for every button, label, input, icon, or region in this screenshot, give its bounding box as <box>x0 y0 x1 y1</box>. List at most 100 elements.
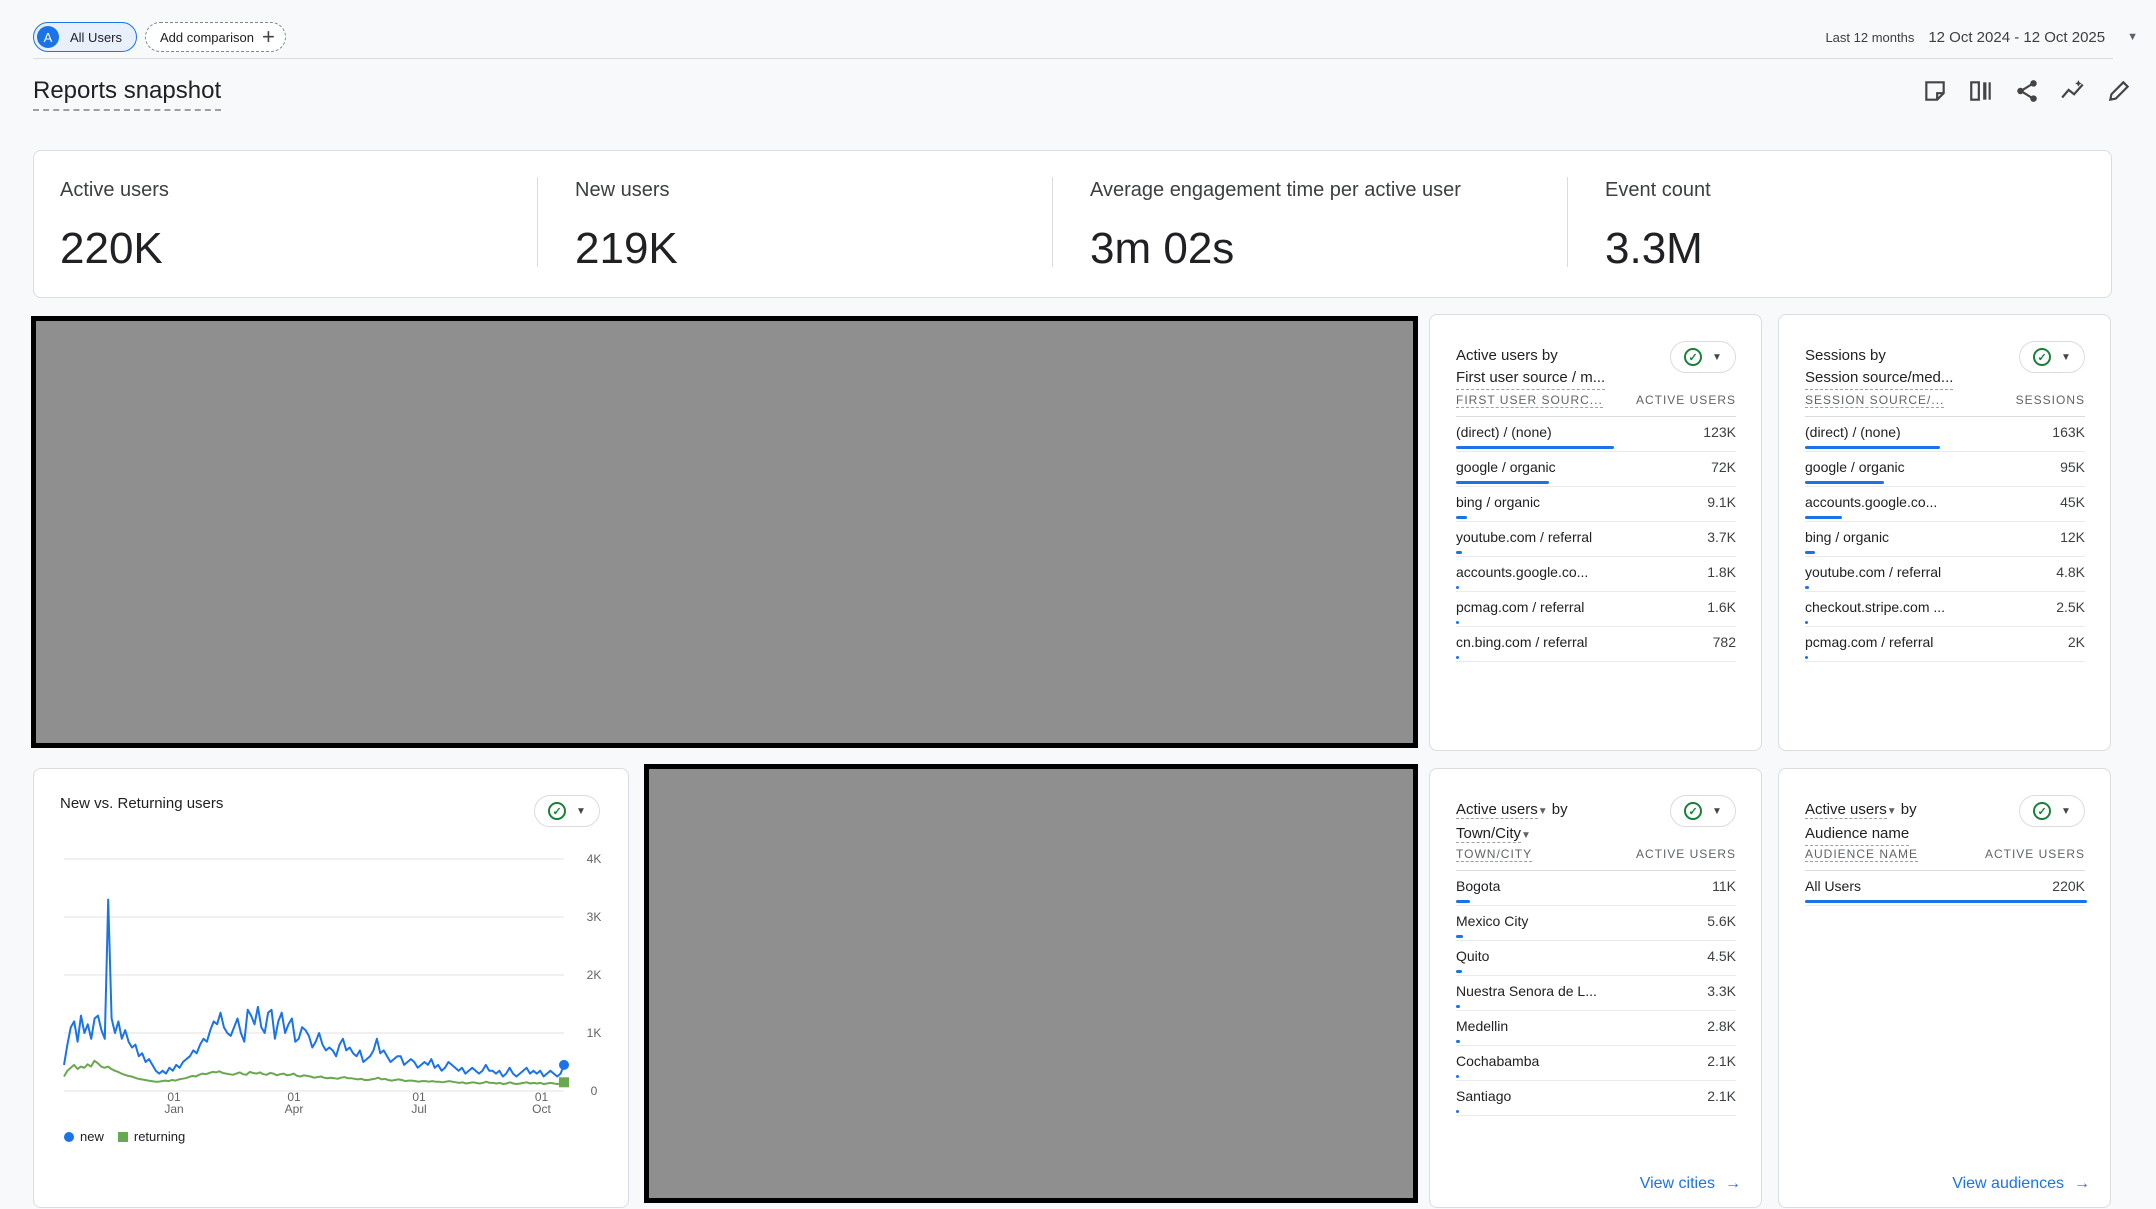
kpi-name: Average engagement time per active user <box>1090 179 1461 201</box>
kpi-new-users[interactable]: New users 219K <box>549 151 1064 299</box>
table-row[interactable]: Cochabamba 2.1K <box>1456 1045 1736 1081</box>
segment-label: All Users <box>70 29 123 45</box>
table-row[interactable]: Mexico City 5.6K <box>1456 905 1736 941</box>
table-row[interactable]: bing / organic 12K <box>1805 521 2085 557</box>
card-title[interactable]: Active users by First user source / m... <box>1456 345 1606 390</box>
redacted-panel <box>644 764 1418 1203</box>
card-title-metric[interactable]: Active users <box>1805 801 1887 819</box>
caret-down-icon: ▼ <box>2061 805 2071 817</box>
row-value: 2K <box>2067 634 2085 650</box>
caret-down-icon: ▼ <box>1712 351 1722 363</box>
card-title-metric[interactable]: Active users <box>1456 801 1538 819</box>
kpi-average-engagement-time[interactable]: Average engagement time per active user … <box>1064 151 1579 299</box>
row-share-bar <box>1805 481 1884 484</box>
column-header: FIRST USER SOURC... <box>1456 393 1603 408</box>
row-share-bar <box>1456 1110 1459 1113</box>
link-label: View audiences <box>1952 1175 2064 1192</box>
edit-note-icon[interactable] <box>1922 78 1948 104</box>
table-row[interactable]: (direct) / (none) 163K <box>1805 416 2085 452</box>
row-value: 2.8K <box>1707 1018 1736 1034</box>
divider <box>1052 177 1053 267</box>
row-share-bar <box>1805 900 2087 903</box>
y-tick-label: 4K <box>587 852 602 866</box>
segment-chip-all-users[interactable]: A All Users <box>33 22 138 52</box>
kpi-name: Active users <box>60 179 169 201</box>
card-title-dimension: Session source/med... <box>1805 367 1954 390</box>
kpi-value: 220K <box>60 224 163 273</box>
table-row[interactable]: youtube.com / referral 3.7K <box>1456 521 1736 557</box>
card-title-by: by <box>1900 801 1917 818</box>
row-share-bar <box>1805 446 1941 449</box>
row-label: accounts.google.co... <box>1805 494 1938 510</box>
card-options-pill[interactable]: ✓ ▼ <box>1670 795 1736 827</box>
row-share-bar <box>1456 935 1464 938</box>
insights-icon[interactable] <box>2060 78 2086 104</box>
table-row[interactable]: accounts.google.co... 45K <box>1805 486 2085 522</box>
date-range-picker[interactable]: Last 12 months 12 Oct 2024 - 12 Oct 2025… <box>1825 22 2138 52</box>
card-title[interactable]: Active users▼ by Audience name <box>1805 799 1917 846</box>
arrow-right-icon: → <box>2074 1175 2090 1192</box>
table-row[interactable]: accounts.google.co... 1.8K <box>1456 556 1736 592</box>
row-share-bar <box>1456 481 1550 484</box>
table-row[interactable]: pcmag.com / referral 1.6K <box>1456 591 1736 627</box>
table-header: SESSION SOURCE/... SESSIONS <box>1805 393 2085 417</box>
table-row[interactable]: pcmag.com / referral 2K <box>1805 626 2085 662</box>
view-audiences-link[interactable]: View audiences → <box>1952 1175 2090 1193</box>
page-title[interactable]: Reports snapshot <box>33 76 222 111</box>
row-value: 45K <box>2060 494 2085 510</box>
kpi-event-count[interactable]: Event count 3.3M <box>1579 151 2094 299</box>
row-value: 3.7K <box>1707 529 1736 545</box>
kpi-name: Event count <box>1605 179 1711 201</box>
table-row[interactable]: (direct) / (none) 123K <box>1456 416 1736 452</box>
table-row[interactable]: google / organic 72K <box>1456 451 1736 487</box>
card-options-pill[interactable]: ✓ ▼ <box>1670 341 1736 373</box>
y-tick-label: 3K <box>587 910 602 924</box>
table-row[interactable]: Bogota 11K <box>1456 870 1736 906</box>
share-icon[interactable] <box>2014 78 2040 104</box>
check-circle-icon: ✓ <box>2033 348 2052 366</box>
row-label: Medellin <box>1456 1018 1509 1034</box>
kpi-active-users[interactable]: Active users 220K <box>34 151 549 299</box>
table-header: TOWN/CITY ACTIVE USERS <box>1456 847 1736 871</box>
view-cities-link[interactable]: View cities → <box>1640 1175 1741 1193</box>
card-title-dimension: First user source / m... <box>1456 367 1606 390</box>
column-header: TOWN/CITY <box>1456 847 1533 862</box>
table-row[interactable]: Quito 4.5K <box>1456 940 1736 976</box>
compare-icon[interactable] <box>1968 78 1994 104</box>
pencil-icon[interactable] <box>2106 78 2132 104</box>
card-title-dimension[interactable]: Town/City <box>1456 825 1522 843</box>
legend-item-new[interactable]: new <box>64 1129 104 1144</box>
card-options-pill[interactable]: ✓ ▼ <box>2019 341 2085 373</box>
table-row[interactable]: google / organic 95K <box>1805 451 2085 487</box>
x-tick-month: Jan <box>164 1102 183 1116</box>
table-row[interactable]: All Users 220K <box>1805 870 2087 906</box>
check-circle-icon: ✓ <box>1684 802 1703 820</box>
divider <box>537 177 538 267</box>
table-row[interactable]: youtube.com / referral 4.8K <box>1805 556 2085 592</box>
series-line-new <box>63 898 565 1078</box>
card-title[interactable]: Sessions by Session source/med... <box>1805 345 1954 390</box>
card-title-dimension[interactable]: Audience name <box>1805 823 1910 846</box>
row-label: All Users <box>1805 878 1862 894</box>
table-row[interactable]: Nuestra Senora de L... 3.3K <box>1456 975 1736 1011</box>
kpi-summary-card: Active users 220K New users 219K Average… <box>33 150 2112 298</box>
table-row[interactable]: checkout.stripe.com ... 2.5K <box>1805 591 2085 627</box>
table-row[interactable]: bing / organic 9.1K <box>1456 486 1736 522</box>
card-active-users-by-audience: Active users▼ by Audience name ✓ ▼ AUDIEN… <box>1778 768 2111 1208</box>
row-value: 72K <box>1711 459 1736 475</box>
link-label: View cities <box>1639 1175 1715 1192</box>
card-title[interactable]: Active users▼ by Town/City▼ <box>1456 799 1568 847</box>
card-options-pill[interactable]: ✓ ▼ <box>2019 795 2085 827</box>
table-row[interactable]: Santiago 2.1K <box>1456 1080 1736 1116</box>
end-marker-new <box>559 1059 569 1070</box>
row-value: 4.8K <box>2056 564 2085 580</box>
row-label: google / organic <box>1805 459 1905 475</box>
row-label: cn.bing.com / referral <box>1456 634 1588 650</box>
add-comparison-button[interactable]: Add comparison + <box>145 22 286 52</box>
row-share-bar <box>1456 900 1471 903</box>
table-row[interactable]: cn.bing.com / referral 782 <box>1456 626 1736 662</box>
row-share-bar <box>1456 970 1462 973</box>
legend-item-returning[interactable]: returning <box>117 1129 185 1144</box>
table-row[interactable]: Medellin 2.8K <box>1456 1010 1736 1046</box>
row-value: 9.1K <box>1707 494 1736 510</box>
